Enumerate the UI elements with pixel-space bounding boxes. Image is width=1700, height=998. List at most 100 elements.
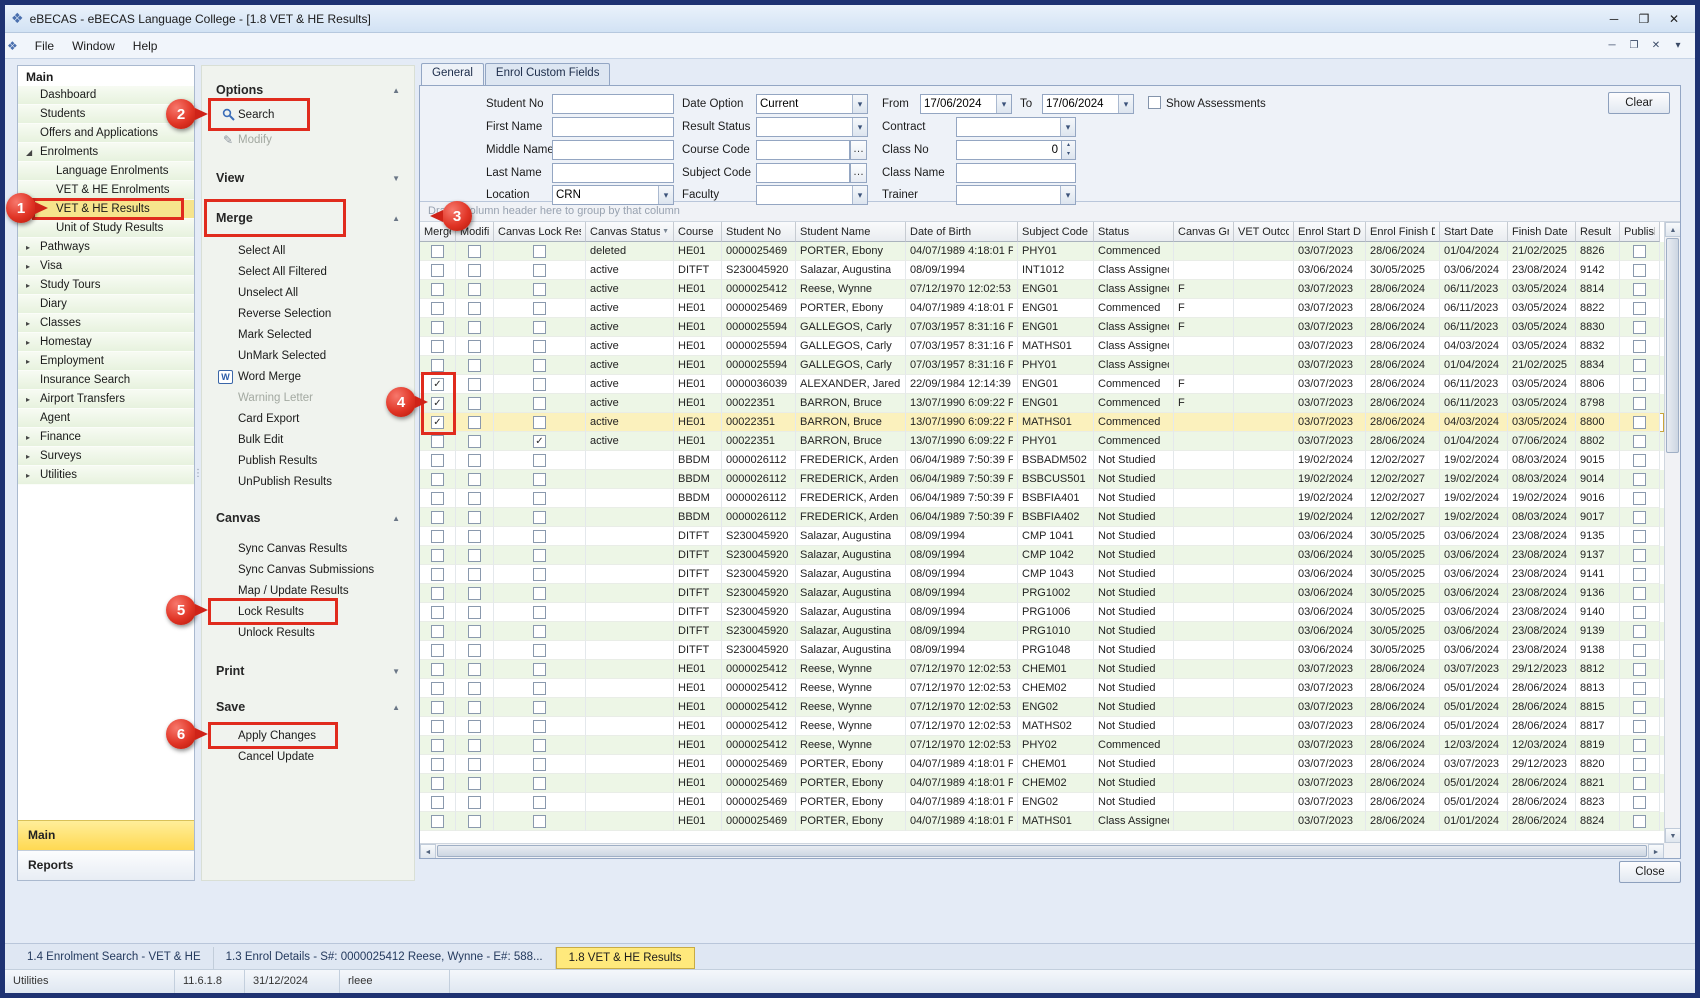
from-date-select[interactable]: 17/06/2024▾ <box>920 94 1012 114</box>
column-header-canvas-status[interactable]: Canvas Status▼ <box>586 222 674 242</box>
grid-row[interactable]: DITFTS230045920Salazar, Augustina08/09/1… <box>420 565 1664 584</box>
subject-code-input[interactable] <box>756 163 850 183</box>
modified-checkbox[interactable] <box>468 397 481 410</box>
grid-row[interactable]: DITFTS230045920Salazar, Augustina08/09/1… <box>420 546 1664 565</box>
subject-code-ellipsis-button[interactable]: … <box>850 163 867 183</box>
section-header-options[interactable]: Options▲ <box>210 80 406 100</box>
action-publish-results[interactable]: Publish Results <box>210 450 406 471</box>
column-header-subject-code[interactable]: Subject Code <box>1018 222 1094 242</box>
student-no-input[interactable] <box>552 94 674 114</box>
sidebar-item-agent[interactable]: Agent <box>18 409 194 428</box>
canvas-lock-checkbox[interactable] <box>533 644 546 657</box>
merge-checkbox[interactable] <box>431 758 444 771</box>
modified-checkbox[interactable] <box>468 644 481 657</box>
modified-checkbox[interactable] <box>468 777 481 790</box>
sidebar-item-surveys[interactable]: ▸Surveys <box>18 447 194 466</box>
merge-checkbox[interactable] <box>431 321 444 334</box>
column-header-course-c[interactable]: Course C <box>674 222 722 242</box>
mdi-restore-button[interactable]: ❐ <box>1623 36 1645 56</box>
publish-checkbox[interactable] <box>1633 416 1646 429</box>
grid-row[interactable]: HE010000025412Reese, Wynne07/12/1970 12:… <box>420 717 1664 736</box>
canvas-lock-checkbox[interactable]: ✓ <box>533 435 546 448</box>
sidebar-item-language-enrolments[interactable]: Language Enrolments <box>18 162 194 181</box>
action-unlock-results[interactable]: Unlock Results <box>210 622 406 643</box>
scroll-left-icon[interactable]: ◄ <box>420 844 436 858</box>
horizontal-scrollbar-thumb[interactable] <box>437 845 1647 857</box>
mdi-minimize-button[interactable]: ─ <box>1601 36 1623 56</box>
contract-select[interactable]: ▾ <box>956 117 1076 137</box>
action-select-all-filtered[interactable]: Select All Filtered <box>210 261 406 282</box>
modified-checkbox[interactable] <box>468 815 481 828</box>
modified-checkbox[interactable] <box>468 264 481 277</box>
canvas-lock-checkbox[interactable] <box>533 549 546 562</box>
publish-checkbox[interactable] <box>1633 283 1646 296</box>
merge-checkbox[interactable] <box>431 720 444 733</box>
maximize-button[interactable]: ❐ <box>1629 8 1659 30</box>
column-header-enrol-start-dat[interactable]: Enrol Start Dat <box>1294 222 1366 242</box>
publish-checkbox[interactable] <box>1633 397 1646 410</box>
grid-row[interactable]: HE010000025412Reese, Wynne07/12/1970 12:… <box>420 679 1664 698</box>
sidebar-group-reports[interactable]: Reports <box>18 850 194 880</box>
modified-checkbox[interactable] <box>468 321 481 334</box>
grid-row[interactable]: HE010000025412Reese, Wynne07/12/1970 12:… <box>420 660 1664 679</box>
column-header-student-name[interactable]: Student Name <box>796 222 906 242</box>
sidebar-item-utilities[interactable]: ▸Utilities <box>18 466 194 485</box>
menu-window[interactable]: Window <box>63 35 124 57</box>
publish-checkbox[interactable] <box>1633 739 1646 752</box>
sidebar-item-employment[interactable]: ▸Employment <box>18 352 194 371</box>
publish-checkbox[interactable] <box>1633 321 1646 334</box>
grid-row[interactable]: HE010000025469PORTER, Ebony04/07/1989 4:… <box>420 812 1664 831</box>
grid-row[interactable]: activeHE010000025594GALLEGOS, Carly07/03… <box>420 318 1664 337</box>
merge-checkbox[interactable] <box>431 796 444 809</box>
sidebar-item-homestay[interactable]: ▸Homestay <box>18 333 194 352</box>
modified-checkbox[interactable] <box>468 682 481 695</box>
mdi-tab-1-8-vet-he-results[interactable]: 1.8 VET & HE Results <box>556 947 695 969</box>
publish-checkbox[interactable] <box>1633 302 1646 315</box>
merge-checkbox[interactable] <box>431 454 444 467</box>
course-code-ellipsis-button[interactable]: … <box>850 140 867 160</box>
canvas-lock-checkbox[interactable] <box>533 587 546 600</box>
canvas-lock-checkbox[interactable] <box>533 777 546 790</box>
merge-checkbox[interactable] <box>431 283 444 296</box>
publish-checkbox[interactable] <box>1633 758 1646 771</box>
modified-checkbox[interactable] <box>468 587 481 600</box>
action-map-update-results[interactable]: Map / Update Results <box>210 580 406 601</box>
merge-checkbox[interactable] <box>431 511 444 524</box>
sidebar-item-dashboard[interactable]: Dashboard <box>18 86 194 105</box>
canvas-lock-checkbox[interactable] <box>533 378 546 391</box>
grid-row[interactable]: activeHE010000025594GALLEGOS, Carly07/03… <box>420 337 1664 356</box>
merge-checkbox[interactable] <box>431 701 444 714</box>
canvas-lock-checkbox[interactable] <box>533 758 546 771</box>
trainer-select[interactable]: ▾ <box>956 185 1076 205</box>
canvas-lock-checkbox[interactable] <box>533 302 546 315</box>
canvas-lock-checkbox[interactable] <box>533 492 546 505</box>
canvas-lock-checkbox[interactable] <box>533 511 546 524</box>
tab-general[interactable]: General <box>421 63 484 85</box>
horizontal-scrollbar[interactable]: ◄ ► <box>420 843 1664 858</box>
modified-checkbox[interactable] <box>468 796 481 809</box>
column-header-result-n[interactable]: Result N <box>1576 222 1620 242</box>
grid-row[interactable]: DITFTS230045920Salazar, Augustina08/09/1… <box>420 527 1664 546</box>
action-cancel-update[interactable]: Cancel Update <box>210 746 406 767</box>
merge-checkbox[interactable] <box>431 340 444 353</box>
modified-checkbox[interactable] <box>468 245 481 258</box>
to-date-select[interactable]: 17/06/2024▾ <box>1042 94 1134 114</box>
publish-checkbox[interactable] <box>1633 549 1646 562</box>
date-option-select[interactable]: Current▾ <box>756 94 868 114</box>
canvas-lock-checkbox[interactable] <box>533 701 546 714</box>
modified-checkbox[interactable] <box>468 283 481 296</box>
grid-row[interactable]: BBDM0000026112FREDERICK, Arden06/04/1989… <box>420 451 1664 470</box>
action-unmark-selected[interactable]: UnMark Selected <box>210 345 406 366</box>
modified-checkbox[interactable] <box>468 378 481 391</box>
canvas-lock-checkbox[interactable] <box>533 530 546 543</box>
publish-checkbox[interactable] <box>1633 644 1646 657</box>
action-mark-selected[interactable]: Mark Selected <box>210 324 406 345</box>
modified-checkbox[interactable] <box>468 416 481 429</box>
course-code-input[interactable] <box>756 140 850 160</box>
sidebar-item-enrolments[interactable]: ◢Enrolments <box>18 143 194 162</box>
action-apply-changes[interactable]: Apply Changes <box>210 725 406 746</box>
result-status-select[interactable]: ▾ <box>756 117 868 137</box>
sidebar-item-unit-of-study-results[interactable]: Unit of Study Results <box>18 219 194 238</box>
mdi-tab-1-4-enrolment-search-vet-he[interactable]: 1.4 Enrolment Search - VET & HE <box>15 947 214 969</box>
action-sync-canvas-submissions[interactable]: Sync Canvas Submissions <box>210 559 406 580</box>
